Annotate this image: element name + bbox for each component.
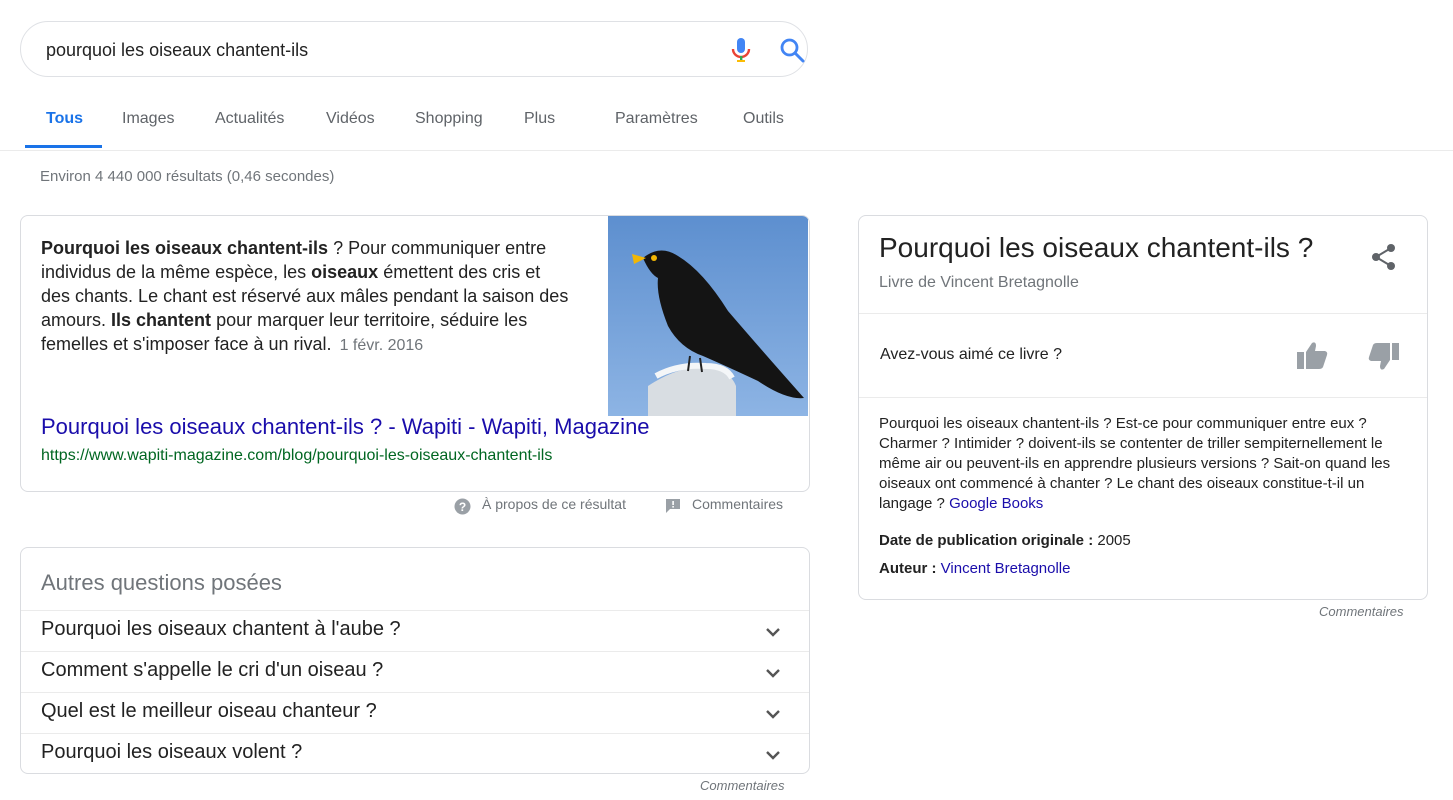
chevron-down-icon	[766, 710, 780, 719]
svg-text:?: ?	[459, 500, 466, 514]
results-stats: Environ 4 440 000 résultats (0,46 second…	[40, 168, 335, 185]
tab-plus[interactable]: Plus	[524, 110, 555, 128]
paa-question: Quel est le meilleur oiseau chanteur ?	[41, 700, 377, 722]
thumbs-up-icon[interactable]	[1296, 340, 1330, 372]
divider	[859, 397, 1427, 398]
paa-item[interactable]: Pourquoi les oiseaux volent ?	[21, 733, 809, 775]
paa-item[interactable]: Pourquoi les oiseaux chantent à l'aube ?	[21, 610, 809, 652]
snippet-feedback-link[interactable]: Commentaires	[692, 496, 783, 512]
knowledge-panel: Pourquoi les oiseaux chantent-ils ? Livr…	[858, 215, 1428, 600]
help-icon[interactable]: ?	[454, 498, 471, 515]
tab-outils[interactable]: Outils	[743, 110, 784, 128]
paa-question: Pourquoi les oiseaux volent ?	[41, 741, 303, 763]
tab-shopping[interactable]: Shopping	[415, 110, 483, 128]
search-bar[interactable]	[20, 21, 808, 78]
search-tabs: Tous Images Actualités Vidéos Shopping P…	[0, 100, 1453, 151]
active-tab-indicator	[25, 145, 102, 148]
google-books-link[interactable]: Google Books	[949, 495, 1043, 512]
paa-item[interactable]: Comment s'appelle le cri d'un oiseau ?	[21, 651, 809, 693]
snippet-bold: oiseaux	[311, 262, 379, 282]
paa-question: Comment s'appelle le cri d'un oiseau ?	[41, 659, 384, 681]
kp-feedback-link[interactable]: Commentaires	[1319, 604, 1404, 619]
microphone-icon[interactable]	[729, 37, 753, 63]
kp-publication-row: Date de publication originale : 2005	[879, 532, 1131, 549]
people-also-ask: Autres questions posées Pourquoi les ois…	[20, 547, 810, 774]
tab-videos[interactable]: Vidéos	[326, 110, 375, 128]
tab-actualites[interactable]: Actualités	[215, 110, 284, 128]
paa-title: Autres questions posées	[41, 570, 282, 595]
kp-pub-value: 2005	[1097, 532, 1131, 549]
snippet-bold: Pourquoi les oiseaux chantent-ils	[41, 238, 329, 258]
snippet-bold: Ils chantent	[111, 310, 212, 330]
about-result-link[interactable]: À propos de ce résultat	[482, 496, 626, 512]
chevron-down-icon	[766, 751, 780, 760]
snippet-result-link[interactable]: Pourquoi les oiseaux chantent-ils ? - Wa…	[41, 414, 650, 440]
paa-question: Pourquoi les oiseaux chantent à l'aube ?	[41, 618, 401, 640]
kp-author-label: Auteur :	[879, 560, 937, 577]
paa-feedback-link[interactable]: Commentaires	[700, 778, 785, 793]
kp-title: Pourquoi les oiseaux chantent-ils ?	[879, 232, 1314, 263]
chevron-down-icon	[766, 669, 780, 678]
kp-subtitle: Livre de Vincent Bretagnolle	[879, 274, 1079, 291]
tab-parametres[interactable]: Paramètres	[615, 110, 698, 128]
featured-snippet: Pourquoi les oiseaux chantent-ils ? Pour…	[20, 215, 810, 492]
snippet-result-url: https://www.wapiti-magazine.com/blog/pou…	[41, 447, 553, 464]
share-icon[interactable]	[1369, 242, 1399, 272]
kp-author-link[interactable]: Vincent Bretagnolle	[941, 560, 1071, 577]
tab-images[interactable]: Images	[122, 110, 174, 128]
kp-description: Pourquoi les oiseaux chantent-ils ? Est-…	[879, 414, 1414, 514]
divider	[859, 313, 1427, 314]
feedback-icon[interactable]	[665, 498, 681, 514]
kp-rating-question: Avez-vous aimé ce livre ?	[880, 346, 1062, 363]
snippet-date: 1 févr. 2016	[339, 337, 424, 354]
tab-tous[interactable]: Tous	[46, 110, 83, 128]
search-input[interactable]	[46, 22, 646, 78]
paa-item[interactable]: Quel est le meilleur oiseau chanteur ?	[21, 692, 809, 734]
bird-image[interactable]	[608, 216, 808, 416]
kp-author-row: Auteur : Vincent Bretagnolle	[879, 560, 1071, 577]
chevron-down-icon	[766, 628, 780, 637]
thumbs-down-icon[interactable]	[1366, 340, 1400, 372]
snippet-text: Pourquoi les oiseaux chantent-ils ? Pour…	[41, 236, 571, 358]
magnifier-icon[interactable]	[779, 37, 805, 63]
kp-pub-label: Date de publication originale :	[879, 532, 1094, 549]
